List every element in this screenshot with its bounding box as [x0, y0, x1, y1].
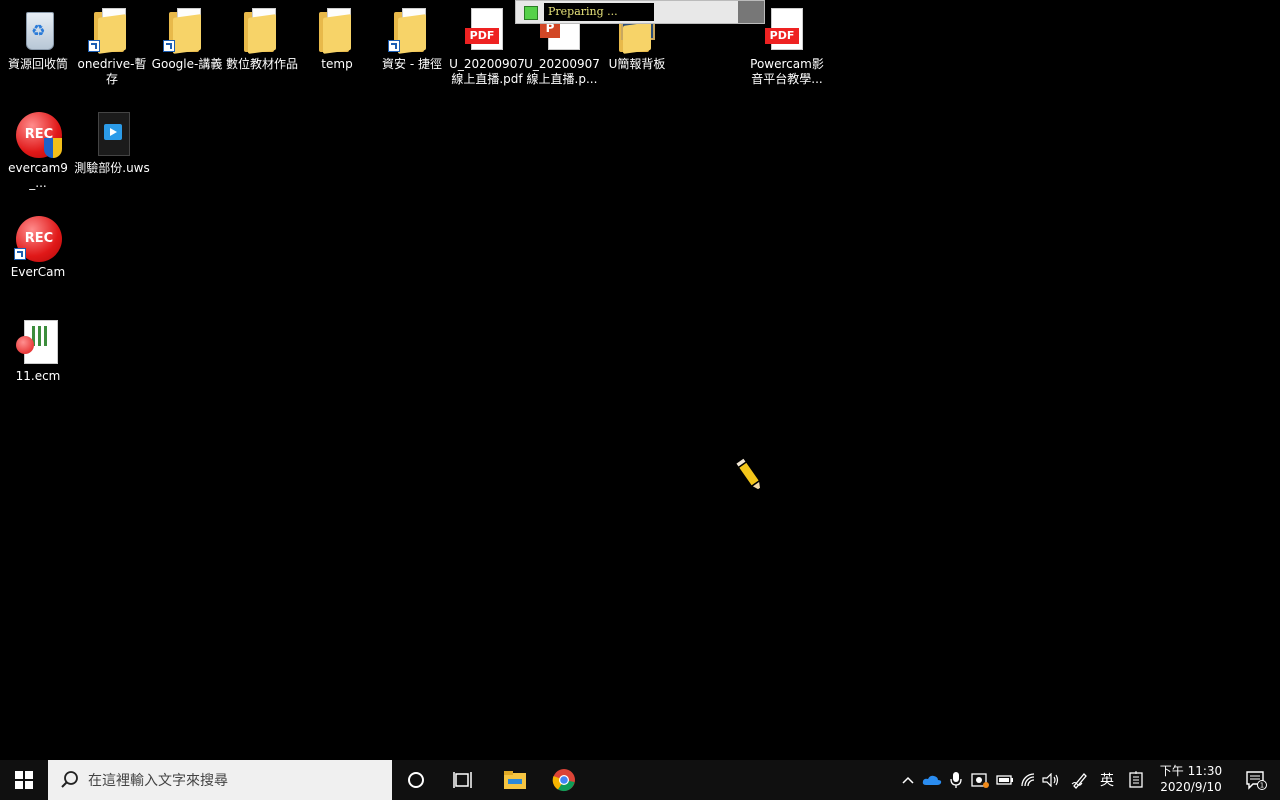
action-center-button[interactable]: 1	[1236, 760, 1276, 800]
icon-label: U_20200907線上直播.pdf	[449, 57, 525, 86]
icon-label: 數位教材作品	[225, 57, 298, 71]
icon-label: 資源回收筒	[7, 57, 68, 71]
folder-icon	[313, 6, 361, 54]
icon-label: 測驗部份.uws	[74, 161, 150, 175]
pdf-icon: PDF	[463, 6, 511, 54]
file-explorer-icon	[504, 771, 526, 789]
clock-date: 2020/9/10	[1160, 780, 1222, 794]
progress-text: Preparing ...	[544, 3, 654, 21]
chevron-up-icon	[902, 776, 914, 784]
temp-folder-item[interactable]: temp	[299, 2, 375, 72]
folder-icon	[163, 6, 211, 54]
battery-icon	[996, 775, 1013, 785]
notification-icon: 1	[1246, 771, 1267, 790]
desktop: 資源回收筒 onedrive-暫存 Google-講義 數位教材作品 temp	[0, 0, 1280, 760]
windows-icon	[15, 771, 33, 789]
popup-grip[interactable]	[738, 1, 764, 23]
icon-label: U_20200907線上直播.p...	[524, 57, 600, 86]
shortcut-arrow-icon	[14, 248, 26, 260]
security-shortcut-item[interactable]: 資安 - 捷徑	[374, 2, 450, 72]
recording-progress-popup: Preparing ...	[515, 0, 765, 24]
evercam-installer-item[interactable]: REC evercam9_...	[0, 106, 76, 191]
pdf-icon: PDF	[763, 6, 811, 54]
ecm-file-icon	[14, 318, 62, 366]
battery-tray-button[interactable]	[994, 760, 1016, 800]
search-icon	[61, 771, 78, 788]
shortcut-arrow-icon	[88, 40, 100, 52]
input-method-button[interactable]: 英	[1096, 760, 1118, 800]
ime-label: 英	[1100, 773, 1114, 789]
icon-label: onedrive-暫存	[77, 57, 147, 86]
cortana-icon	[408, 772, 424, 788]
ime-toolbar-icon	[1129, 771, 1143, 788]
clock-time: 下午 11:30	[1159, 764, 1223, 778]
uws-file-icon	[88, 110, 136, 158]
onedrive-icon	[922, 775, 942, 785]
task-view-icon	[453, 772, 472, 788]
recycle-bin-icon-item[interactable]: 資源回收筒	[0, 2, 76, 72]
taskbar-search-box[interactable]: 在這裡輸入文字來搜尋	[48, 760, 392, 800]
rec-icon: REC	[14, 110, 62, 158]
start-button[interactable]	[0, 760, 48, 800]
icon-label: Google-講義	[151, 57, 223, 71]
google-folder-item[interactable]: Google-講義	[149, 2, 225, 72]
folder-icon	[238, 6, 286, 54]
file-explorer-button[interactable]	[492, 760, 538, 800]
icon-label: EverCam	[10, 265, 66, 279]
recorder-icon	[971, 773, 989, 788]
pen-ink-tray-button[interactable]	[1068, 760, 1092, 800]
shortcut-arrow-icon	[388, 40, 400, 52]
icon-label: U簡報背板	[608, 57, 666, 71]
search-placeholder: 在這裡輸入文字來搜尋	[88, 773, 228, 789]
icon-label: evercam9_...	[8, 161, 68, 190]
volume-tray-button[interactable]	[1040, 760, 1062, 800]
digital-material-folder-item[interactable]: 數位教材作品	[224, 2, 300, 72]
folder-icon	[88, 6, 136, 54]
microphone-icon	[950, 772, 962, 788]
microphone-tray-button[interactable]	[946, 760, 966, 800]
task-view-button[interactable]	[440, 760, 486, 800]
taskbar: 在這裡輸入文字來搜尋 英 下午 11:30 2020/9/10 1	[0, 760, 1280, 800]
ime-toolbar-button[interactable]	[1124, 760, 1148, 800]
pencil-cursor-icon	[735, 456, 763, 494]
icon-label: temp	[321, 57, 353, 71]
icon-label: 11.ecm	[15, 369, 61, 383]
pen-icon	[1071, 773, 1087, 789]
wifi-icon	[1021, 773, 1035, 787]
status-indicator-icon	[524, 6, 538, 20]
ecm-file-item[interactable]: 11.ecm	[0, 314, 76, 384]
notification-count: 1	[1260, 782, 1264, 790]
rec-icon: REC	[14, 214, 62, 262]
icon-label: 資安 - 捷徑	[382, 57, 442, 71]
pdf-file-item[interactable]: PDF U_20200907線上直播.pdf	[449, 2, 525, 87]
network-tray-button[interactable]	[1018, 760, 1040, 800]
chrome-icon	[552, 769, 575, 792]
uac-shield-icon	[44, 138, 62, 158]
onedrive-folder-item[interactable]: onedrive-暫存	[74, 2, 150, 87]
evercam-shortcut-item[interactable]: REC EverCam	[0, 210, 76, 280]
cortana-button[interactable]	[394, 760, 438, 800]
shortcut-arrow-icon	[163, 40, 175, 52]
speaker-icon	[1042, 773, 1059, 787]
icon-label: Powercam影音平台教學...	[750, 57, 824, 86]
taskbar-clock[interactable]: 下午 11:30 2020/9/10	[1150, 763, 1232, 795]
show-hidden-icons-button[interactable]	[898, 760, 918, 800]
uws-file-item[interactable]: 測驗部份.uws	[74, 106, 150, 176]
recorder-tray-button[interactable]	[968, 760, 992, 800]
chrome-button[interactable]	[541, 760, 587, 800]
folder-icon	[388, 6, 436, 54]
recycle-bin-icon	[14, 6, 62, 54]
onedrive-tray-button[interactable]	[920, 760, 944, 800]
